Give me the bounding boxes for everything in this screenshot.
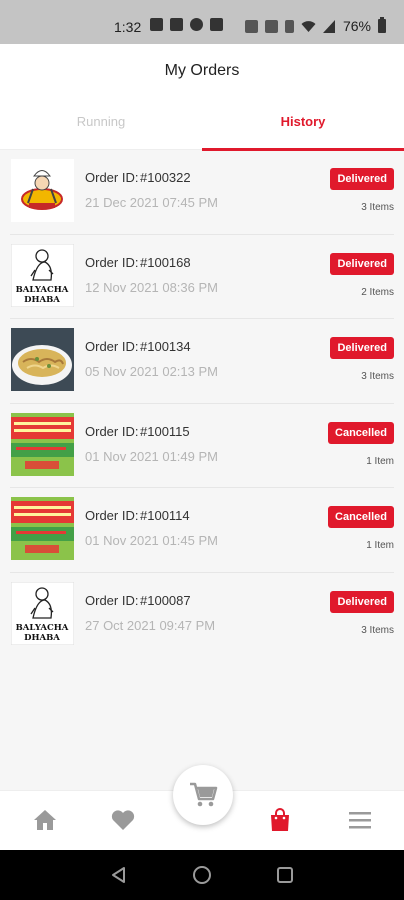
red-sign-logo-icon <box>11 497 74 560</box>
app-header: My Orders <box>0 44 404 104</box>
item-count: 1 Item <box>366 455 394 467</box>
order-id: #100115 <box>140 423 190 439</box>
notification-icon <box>150 18 163 31</box>
status-badge: Delivered <box>330 168 394 190</box>
recents-icon[interactable] <box>277 867 293 883</box>
restaurant-thumbnail <box>11 412 74 476</box>
orders-list: Order ID: #100322 21 Dec 2021 07:45 PM D… <box>0 150 404 657</box>
order-row[interactable]: Order ID: #100134 05 Nov 2021 02:13 PM D… <box>10 319 394 404</box>
back-icon[interactable] <box>110 866 128 884</box>
item-count: 1 Item <box>366 540 394 551</box>
order-id: #100087 <box>140 592 191 608</box>
item-count: 2 Items <box>361 286 394 298</box>
dhaba-logo-text-1: BALYACHA <box>16 623 69 633</box>
order-id-label: Order ID: <box>85 508 139 523</box>
page-title: My Orders <box>164 62 240 79</box>
home-icon[interactable] <box>32 807 58 833</box>
order-id-label: Order ID: <box>85 423 139 439</box>
order-id-label: Order ID: <box>85 592 139 608</box>
restaurant-thumbnail <box>11 328 74 391</box>
vibrate-icon <box>284 19 294 33</box>
cart-button[interactable] <box>173 765 233 825</box>
food-photo-icon <box>11 328 74 391</box>
battery-icon <box>378 17 386 33</box>
order-id: #100322 <box>140 170 191 185</box>
circle-icon <box>190 18 203 31</box>
order-date: 21 Dec 2021 07:45 PM <box>85 195 218 210</box>
favorite-icon[interactable] <box>110 807 136 833</box>
order-date: 05 Nov 2021 02:13 PM <box>85 364 218 379</box>
restaurant-thumbnail <box>11 497 74 560</box>
order-row[interactable]: Order ID: #100115 01 Nov 2021 01:49 PM C… <box>10 404 394 488</box>
cart-icon <box>190 782 218 807</box>
order-row[interactable]: Order ID: #100114 01 Nov 2021 01:45 PM C… <box>10 488 394 573</box>
order-id-label: Order ID: <box>85 339 139 354</box>
item-count: 3 Items <box>361 202 394 213</box>
order-id: #100114 <box>140 508 190 523</box>
dhaba-logo-text-2: DHABA <box>24 633 60 643</box>
image-icon <box>210 18 223 31</box>
order-row[interactable]: BALYACHA DHABA Order ID: #100168 12 Nov … <box>10 235 394 319</box>
item-count: 3 Items <box>361 624 394 636</box>
dhaba-logo-text-1: BALYACHA <box>16 285 69 295</box>
nfc-icon <box>264 19 278 33</box>
status-time: 1:32 <box>114 19 142 35</box>
tab-running[interactable]: Running <box>0 104 202 150</box>
tab-history[interactable]: History <box>202 104 404 150</box>
menu-icon[interactable] <box>347 807 373 833</box>
status-badge: Cancelled <box>328 506 394 528</box>
status-bar: 1:32 76% <box>0 0 404 44</box>
order-id-label: Order ID: <box>85 254 139 270</box>
status-badge: Delivered <box>330 590 394 613</box>
order-row[interactable]: Order ID: #100322 21 Dec 2021 07:45 PM D… <box>10 150 394 235</box>
status-system-icons: 76% <box>244 17 386 34</box>
order-id: #100134 <box>140 339 191 354</box>
dhaba-logo-text-2: DHABA <box>24 295 60 305</box>
order-date: 27 Oct 2021 09:47 PM <box>85 617 216 633</box>
order-date: 01 Nov 2021 01:45 PM <box>85 533 218 548</box>
system-home-icon[interactable] <box>193 866 211 884</box>
restaurant-thumbnail <box>11 159 74 222</box>
video-icon <box>170 18 183 31</box>
restaurant-thumbnail: BALYACHA DHABA <box>11 243 74 307</box>
item-count: 3 Items <box>361 371 394 382</box>
order-id-label: Order ID: <box>85 170 139 185</box>
data-icon <box>244 19 258 33</box>
order-date: 01 Nov 2021 01:49 PM <box>85 448 218 464</box>
restaurant-thumbnail: BALYACHA DHABA <box>11 581 74 645</box>
dhaba-logo-icon: BALYACHA DHABA <box>11 581 74 645</box>
status-badge: Delivered <box>330 252 394 275</box>
wifi-icon <box>301 20 316 32</box>
order-tabs: Running History <box>0 104 404 151</box>
chef-logo-icon <box>11 159 74 222</box>
orders-icon[interactable] <box>267 807 293 833</box>
order-date: 12 Nov 2021 08:36 PM <box>85 279 218 295</box>
battery-percent: 76% <box>342 18 371 34</box>
status-badge: Delivered <box>330 337 394 359</box>
signal-icon <box>322 19 335 33</box>
status-badge: Cancelled <box>328 421 394 444</box>
system-nav-bar <box>0 850 404 900</box>
dhaba-logo-icon: BALYACHA DHABA <box>11 243 74 307</box>
status-notification-icons <box>150 18 223 31</box>
red-sign-logo-icon <box>11 412 74 476</box>
order-id: #100168 <box>140 254 191 270</box>
order-row[interactable]: BALYACHA DHABA Order ID: #100087 27 Oct … <box>10 573 394 658</box>
